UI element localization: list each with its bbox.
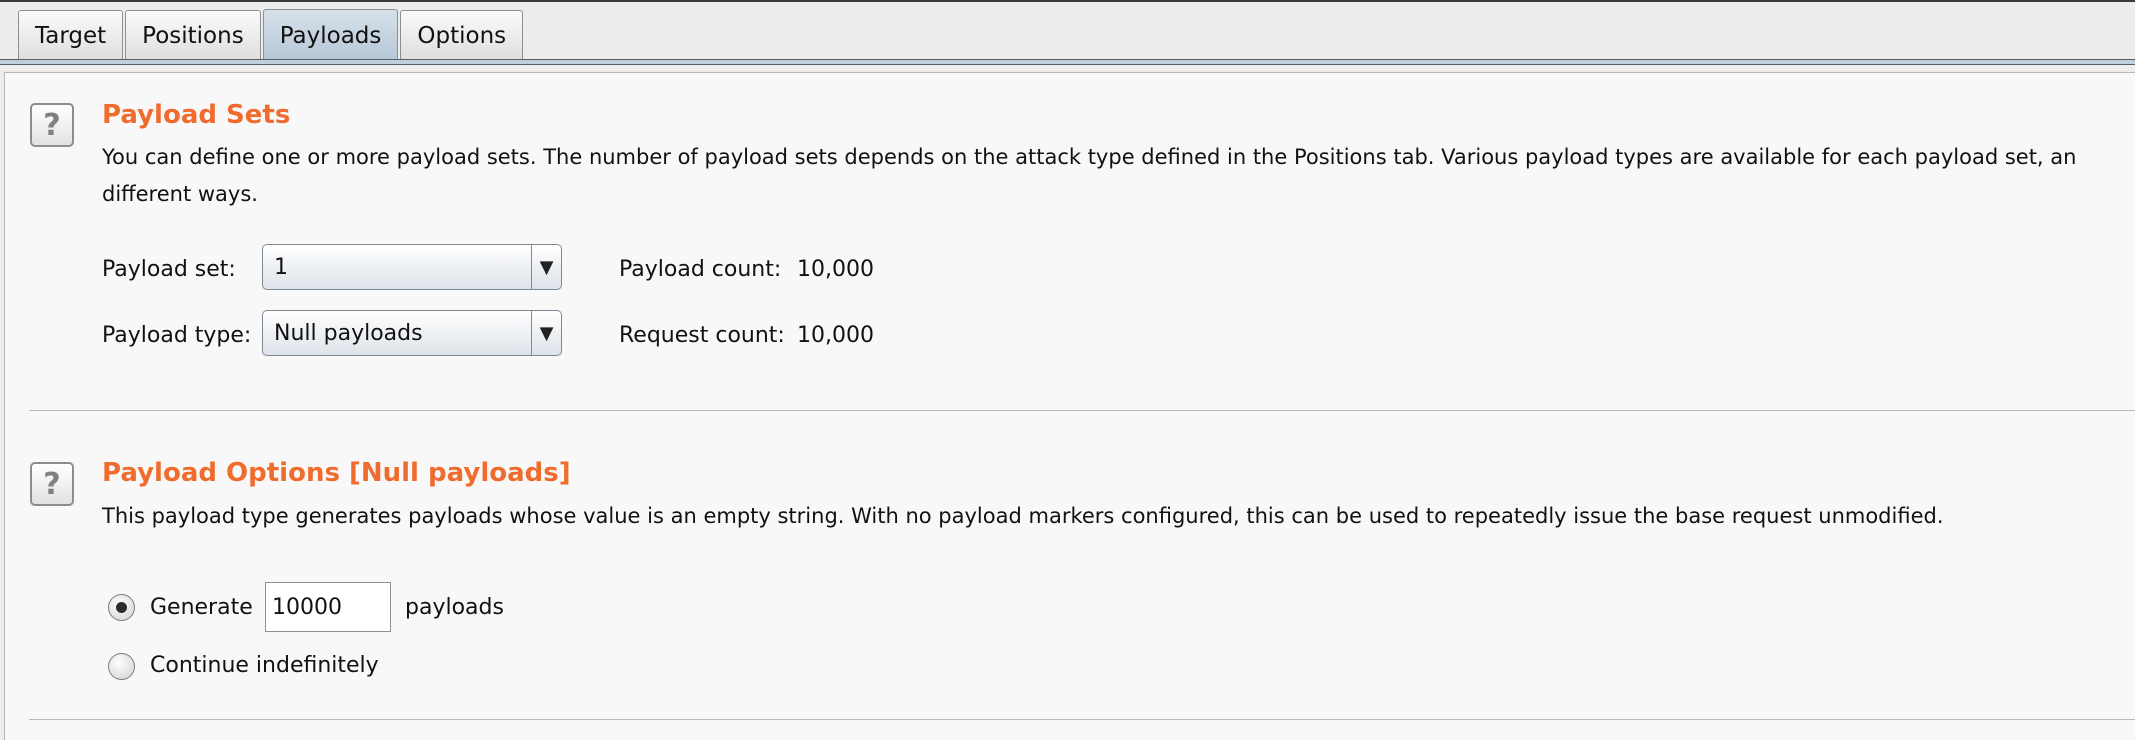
radio-selected-dot <box>116 602 127 613</box>
generate-label: Generate <box>150 595 253 620</box>
payload-type-value: Null payloads <box>274 320 423 346</box>
request-count-label: Request count: <box>619 323 785 348</box>
continue-indefinitely-radio[interactable] <box>108 653 135 680</box>
tab-positions[interactable]: Positions <box>125 10 261 60</box>
payload-sets-description: You can define one or more payload sets.… <box>102 145 2077 169</box>
generate-radio[interactable] <box>108 594 135 621</box>
tab-options[interactable]: Options <box>400 10 524 60</box>
payload-set-value: 1 <box>274 254 288 280</box>
tab-list: Target Positions Payloads Options <box>18 9 525 62</box>
tab-underline <box>0 59 2135 65</box>
payload-count-value: 10,000 <box>797 257 874 282</box>
question-mark-icon[interactable]: ? <box>30 462 74 506</box>
generate-count-input[interactable] <box>265 582 391 632</box>
question-mark-icon[interactable]: ? <box>30 103 74 147</box>
payload-type-select[interactable]: Null payloads ▼ <box>262 310 562 356</box>
payload-set-select[interactable]: 1 ▼ <box>262 244 562 290</box>
continue-indefinitely-label: Continue indefinitely <box>150 653 379 678</box>
payload-type-label: Payload type: <box>102 323 252 348</box>
tab-bar: Target Positions Payloads Options <box>0 0 2135 62</box>
payload-count-label: Payload count: <box>619 257 782 282</box>
payload-options-description: This payload type generates payloads who… <box>102 504 1944 528</box>
tab-target[interactable]: Target <box>18 10 124 60</box>
triangle-down-icon: ▼ <box>531 311 561 355</box>
payloads-suffix-label: payloads <box>405 595 504 620</box>
payloads-panel: ? Payload Sets You can define one or mor… <box>4 72 2135 740</box>
tab-payloads[interactable]: Payloads <box>262 9 399 62</box>
payload-sets-description-line2: different ways. <box>102 182 258 206</box>
payload-options-title: Payload Options [Null payloads] <box>102 458 571 488</box>
triangle-down-icon: ▼ <box>531 245 561 289</box>
request-count-value: 10,000 <box>797 323 874 348</box>
section-divider <box>29 410 2135 411</box>
section-divider <box>29 719 2135 720</box>
payload-sets-title: Payload Sets <box>102 100 291 130</box>
payload-set-label: Payload set: <box>102 257 236 282</box>
